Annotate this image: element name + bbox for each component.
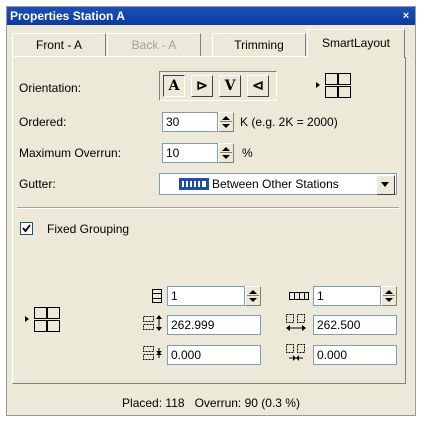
- rows-icon: [152, 289, 162, 303]
- orientation-label: Orientation:: [19, 81, 82, 95]
- section-divider: [17, 207, 399, 209]
- ordered-spinner[interactable]: [218, 112, 234, 132]
- grid-layout-icon[interactable]: [25, 306, 61, 334]
- rows-spinner[interactable]: [245, 286, 261, 306]
- orientation-left-button[interactable]: ⊲: [247, 75, 269, 97]
- ordered-label: Ordered:: [19, 115, 67, 129]
- overrun-label: Maximum Overrun:: [19, 146, 122, 160]
- overrun-spinner[interactable]: [218, 143, 234, 163]
- orientation-up-button[interactable]: A: [163, 75, 185, 97]
- overrun-input[interactable]: 10: [162, 143, 218, 163]
- tab-smartlayout[interactable]: SmartLayout: [307, 29, 405, 58]
- width-input[interactable]: 262.500: [313, 315, 397, 335]
- gutter-value: Between Other Stations: [212, 177, 339, 191]
- rows-input[interactable]: 1: [167, 286, 245, 306]
- vertical-gap-input[interactable]: 0.000: [167, 345, 261, 365]
- orientation-right-button[interactable]: ⊳: [191, 75, 213, 97]
- vertical-gap-icon: [143, 345, 163, 361]
- dialog-title: Properties Station A: [7, 7, 415, 25]
- width-spacing-icon: [285, 314, 307, 332]
- orientation-down-button[interactable]: V: [219, 75, 241, 97]
- fixed-grouping-label: Fixed Grouping: [47, 222, 130, 236]
- overrun-status-label: Overrun:: [194, 396, 242, 410]
- checkmark-icon: [22, 224, 31, 233]
- properties-dialog: Properties Station A × Front - A Back - …: [6, 6, 416, 416]
- gutter-label: Gutter:: [19, 177, 56, 191]
- fixed-grouping-checkbox[interactable]: [20, 222, 33, 235]
- orientation-left-icon: ⊲: [252, 78, 264, 94]
- placed-label: Placed:: [122, 396, 163, 410]
- horizontal-gap-icon: [285, 344, 307, 362]
- tab-trimming[interactable]: Trimming: [212, 33, 306, 57]
- status-bar: Placed: 118 Overrun: 90 (0.3 %): [6, 392, 416, 414]
- overrun-unit: %: [242, 146, 253, 160]
- smartlayout-panel: Orientation: A ⊳ V ⊲ Ordered: 30 K (e.g.…: [12, 57, 406, 384]
- orientation-right-icon: ⊳: [196, 78, 208, 94]
- tab-bar: Front - A Back - A Trimming SmartLayout: [7, 25, 415, 58]
- orientation-down-icon: V: [224, 78, 236, 94]
- ordered-input[interactable]: 30: [162, 112, 218, 132]
- columns-input[interactable]: 1: [313, 286, 381, 306]
- height-spacing-icon: [143, 315, 163, 331]
- overrun-status-value: 90 (0.3 %): [244, 396, 300, 410]
- gutter-columns-icon: [179, 178, 209, 190]
- ordered-hint: K (e.g. 2K = 2000): [240, 115, 338, 129]
- chevron-down-icon[interactable]: [376, 175, 395, 195]
- columns-spinner[interactable]: [381, 286, 397, 306]
- tab-back-a: Back - A: [107, 33, 201, 57]
- height-input[interactable]: 262.999: [167, 315, 261, 335]
- close-icon[interactable]: ×: [400, 7, 412, 25]
- orientation-up-icon: A: [168, 78, 180, 94]
- horizontal-gap-input[interactable]: 0.000: [313, 345, 397, 365]
- placed-count: 118: [165, 396, 185, 410]
- orientation-button-group: A ⊳ V ⊲: [159, 71, 277, 101]
- grid-layout-icon[interactable]: [316, 72, 352, 100]
- gutter-select[interactable]: Between Other Stations: [159, 173, 397, 195]
- tab-front-a[interactable]: Front - A: [12, 33, 106, 57]
- columns-icon: [289, 292, 309, 300]
